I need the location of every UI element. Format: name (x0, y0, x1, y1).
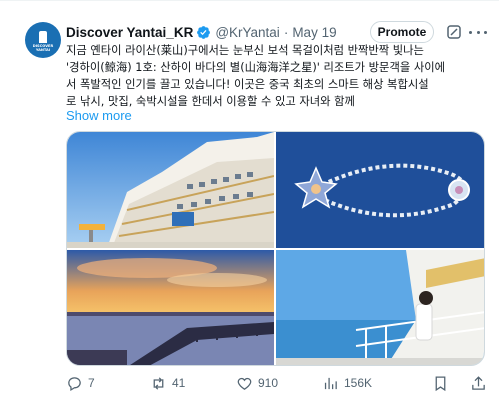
like-count: 910 (258, 376, 279, 390)
verified-badge-icon[interactable] (196, 25, 211, 40)
promote-button[interactable]: Promote (370, 21, 434, 43)
show-more-link[interactable]: Show more (66, 108, 132, 123)
bookmark-icon (435, 375, 446, 391)
tweet-text: 지금 옌타이 라이산(莱山)구에서는 눈부신 보석 목걸이처럼 반짝반짝 빛나는… (66, 42, 491, 110)
tweet-header: Discover Yantai_KR @KrYantai · May 19 (66, 22, 337, 42)
author-handle[interactable]: @KrYantai (215, 25, 279, 40)
retweet-button[interactable]: 41 (150, 373, 185, 393)
heart-icon (237, 377, 252, 390)
separator-dot: · (283, 24, 289, 40)
avatar-label: DISCOVER YANTAI (32, 43, 54, 52)
retweet-count: 41 (172, 376, 186, 390)
views-button[interactable]: 156K (322, 373, 372, 393)
reply-count: 7 (88, 376, 95, 390)
share-button[interactable] (470, 373, 492, 393)
grok-icon[interactable] (446, 24, 462, 40)
reply-button[interactable]: 7 (66, 373, 95, 393)
retweet-icon (153, 376, 164, 390)
timestamp[interactable]: May 19 (292, 25, 336, 40)
more-dots-icon[interactable] (469, 24, 487, 40)
tweet-text-line: 지금 옌타이 라이산(莱山)구에서는 눈부신 보석 목걸이처럼 반짝반짝 빛나는 (66, 44, 424, 57)
views-chart-icon (324, 377, 337, 389)
author-name[interactable]: Discover Yantai_KR (66, 25, 193, 40)
sunset-pier-photo[interactable] (67, 250, 274, 365)
like-button[interactable]: 910 (236, 373, 278, 393)
cruise-ship-photo[interactable] (67, 132, 274, 248)
lighthouse-icon (39, 30, 47, 43)
necklace-platform-aerial-photo[interactable] (276, 132, 484, 248)
avatar[interactable]: DISCOVER YANTAI (25, 22, 61, 58)
media-grid (66, 131, 485, 366)
action-bar: 7 41 910 156K (66, 373, 491, 393)
bookmark-button[interactable] (432, 373, 454, 393)
ship-deck-woman-photo[interactable] (276, 250, 484, 365)
reply-icon (68, 376, 81, 391)
view-count: 156K (344, 376, 373, 390)
tweet-card[interactable]: DISCOVER YANTAI Discover Yantai_KR @KrYan… (0, 0, 499, 401)
share-icon (472, 375, 485, 390)
tweet-text-line: 서 폭발적인 인기를 끌고 있습니다! 이곳은 중국 최초의 스마트 해상 복합… (66, 78, 429, 91)
tweet-text-line: '경하이(鲸海) 1호: 산하이 바다의 별(山海海洋之星)' 리조트가 방문객… (66, 61, 445, 74)
